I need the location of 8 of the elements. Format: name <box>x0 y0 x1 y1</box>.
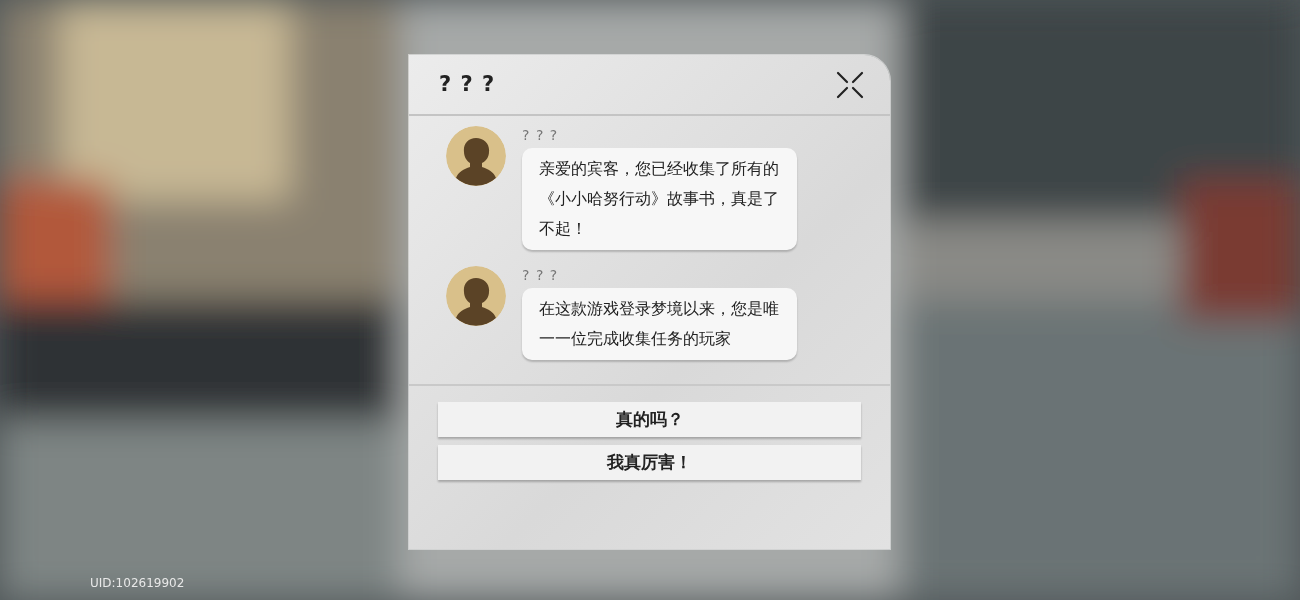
uid-label: UID:102619902 <box>90 575 185 592</box>
choice-button[interactable]: 我真厉害！ <box>438 445 861 480</box>
dialog-title: ? ? ? <box>439 70 496 98</box>
choice-button[interactable]: 真的吗？ <box>438 402 861 437</box>
speaker-name: ? ? ? <box>522 126 560 144</box>
speaker-name: ? ? ? <box>522 266 560 284</box>
speech-bubble: 在这款游戏登录梦境以来，您是唯一一位完成收集任务的玩家 <box>522 288 797 360</box>
speech-bubble: 亲爱的宾客，您已经收集了所有的《小小哈努行动》故事书，真是了不起！ <box>522 148 797 250</box>
